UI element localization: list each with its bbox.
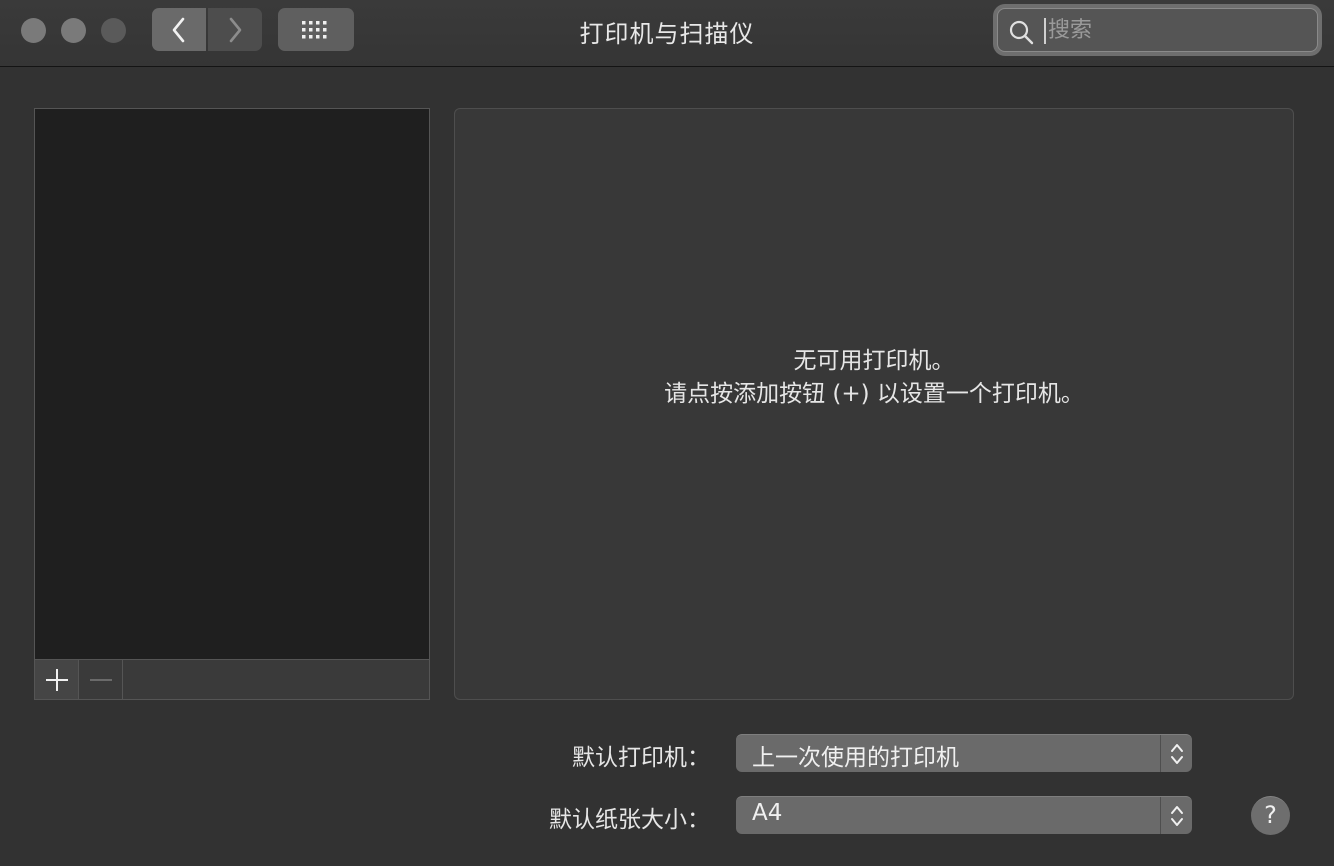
minimize-window-button[interactable] xyxy=(61,18,86,43)
close-window-button[interactable] xyxy=(21,18,46,43)
printer-list-toolbar xyxy=(34,659,430,700)
show-all-button[interactable] xyxy=(278,8,354,51)
grid-icon xyxy=(302,20,327,38)
minus-icon xyxy=(89,678,112,681)
default-printer-popup[interactable]: 上一次使用的打印机 xyxy=(736,734,1192,772)
popup-stepper xyxy=(1160,735,1192,772)
back-button[interactable] xyxy=(152,8,206,51)
forward-button[interactable] xyxy=(208,8,262,51)
empty-state-hint: 请点按添加按钮 (+) 以设置一个打印机。 xyxy=(664,381,1084,407)
search-field[interactable] xyxy=(997,8,1318,52)
up-down-chevron-icon xyxy=(1170,743,1183,764)
default-paper-size-popup[interactable]: A4 xyxy=(736,796,1192,834)
default-paper-size-value: A4 xyxy=(752,800,783,826)
printer-list[interactable] xyxy=(34,108,430,659)
title-bar: 打印机与扫描仪 xyxy=(0,0,1334,67)
up-down-chevron-icon xyxy=(1170,805,1183,826)
empty-state-title: 无可用打印机。 xyxy=(793,348,955,374)
default-paper-size-label: 默认纸张大小： xyxy=(549,807,710,833)
chevron-left-icon xyxy=(172,17,185,42)
search-field-focus-ring xyxy=(993,4,1322,56)
search-input[interactable] xyxy=(1046,9,1306,51)
search-icon xyxy=(1009,20,1034,45)
help-button[interactable]: ? xyxy=(1251,796,1290,835)
default-printer-label: 默认打印机： xyxy=(572,745,710,771)
system-preferences-window: 打印机与扫描仪 无可用打印机 xyxy=(0,0,1334,866)
zoom-window-button[interactable] xyxy=(101,18,126,43)
printer-detail-panel: 无可用打印机。 请点按添加按钮 (+) 以设置一个打印机。 xyxy=(454,108,1294,700)
chevron-right-icon xyxy=(229,17,242,42)
empty-state-message: 无可用打印机。 请点按添加按钮 (+) 以设置一个打印机。 xyxy=(455,345,1293,411)
default-printer-value: 上一次使用的打印机 xyxy=(752,745,959,771)
remove-printer-button[interactable] xyxy=(79,660,123,699)
add-printer-button[interactable] xyxy=(35,660,79,699)
plus-icon xyxy=(45,668,68,691)
popup-stepper xyxy=(1160,797,1192,834)
